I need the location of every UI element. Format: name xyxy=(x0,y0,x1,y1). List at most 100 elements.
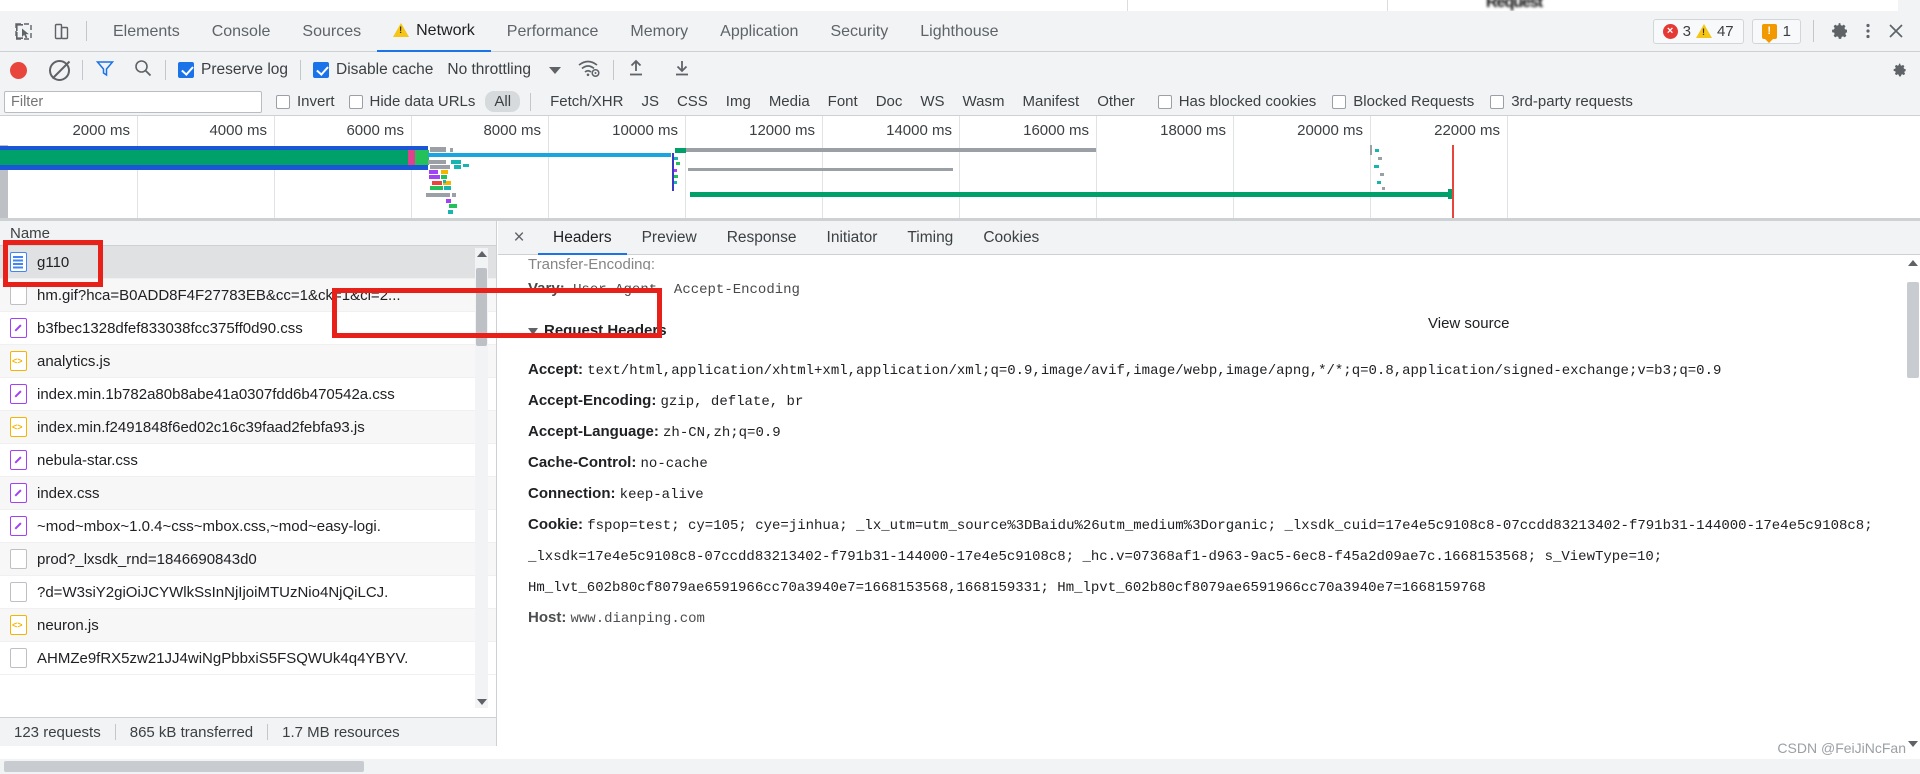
filter-type-other[interactable]: Other xyxy=(1088,91,1144,112)
filter-type-css[interactable]: CSS xyxy=(668,91,717,112)
request-row-index-min-js[interactable]: index.min.f2491848f6ed02c16c39faad2febfa… xyxy=(0,411,496,444)
filter-input[interactable] xyxy=(4,90,262,113)
download-har-icon[interactable] xyxy=(672,58,692,82)
filter-type-font[interactable]: Font xyxy=(819,91,867,112)
error-warning-counter[interactable]: × 3 47 xyxy=(1652,18,1744,44)
view-source-link[interactable]: View source xyxy=(1428,315,1509,332)
headers-content[interactable]: Transfer-Encoding: Vary: User-Agent, Acc… xyxy=(498,256,1920,751)
tab-label: Lighthouse xyxy=(920,22,999,40)
tab-lighthouse[interactable]: Lighthouse xyxy=(904,11,1014,52)
details-tab-timing[interactable]: Timing xyxy=(892,221,968,255)
search-icon[interactable] xyxy=(133,58,153,82)
header-key: Accept-Language: xyxy=(528,423,659,440)
disable-cache-toggle[interactable]: Disable cache xyxy=(313,61,433,79)
third-party-requests-checkbox[interactable] xyxy=(1490,94,1505,109)
filter-type-media[interactable]: Media xyxy=(760,91,819,112)
hide-data-urls-toggle[interactable]: Hide data URLs xyxy=(348,93,475,110)
tick-label: 8000 ms xyxy=(483,122,541,139)
scrollbar-thumb[interactable] xyxy=(1907,282,1919,378)
request-row-mod-mbox-css[interactable]: ~mod~mbox~1.0.4~css~mbox.css,~mod~easy-l… xyxy=(0,510,496,543)
filter-type-wasm[interactable]: Wasm xyxy=(954,91,1014,112)
request-name: index.min.1b782a80b8abe41a0307fdd6b47054… xyxy=(37,385,395,403)
request-row-neuron-js[interactable]: neuron.js xyxy=(0,609,496,642)
issues-counter[interactable]: ! 1 xyxy=(1751,18,1801,44)
request-name: prod?_lxsdk_rnd=1846690843d0 xyxy=(37,550,257,568)
invert-checkbox[interactable] xyxy=(276,94,290,109)
generic-file-icon xyxy=(10,285,27,305)
disable-cache-checkbox[interactable] xyxy=(313,62,330,78)
filter-type-doc[interactable]: Doc xyxy=(867,91,912,112)
inspect-element-icon[interactable] xyxy=(8,18,38,44)
request-row-base64-query[interactable]: ?d=W3siY2giOiJCYWlkSsInNjIjoiMTUzNio4NjQ… xyxy=(0,576,496,609)
details-tab-cookies[interactable]: Cookies xyxy=(968,221,1054,255)
horizontal-scrollbar[interactable] xyxy=(0,759,1920,774)
clear-button[interactable] xyxy=(49,59,70,81)
request-row-g110[interactable]: g110 xyxy=(0,246,496,279)
scrollbar-thumb[interactable] xyxy=(4,761,364,772)
hide-data-urls-checkbox[interactable] xyxy=(348,94,363,109)
close-icon[interactable]: × xyxy=(506,225,532,251)
filter-type-ws[interactable]: WS xyxy=(911,91,953,112)
tab-security[interactable]: Security xyxy=(814,11,904,52)
details-tab-preview[interactable]: Preview xyxy=(627,221,712,255)
preserve-log-checkbox[interactable] xyxy=(178,62,194,78)
kebab-menu-icon[interactable] xyxy=(1854,17,1882,45)
request-row-prod-lxsdk[interactable]: prod?_lxsdk_rnd=1846690843d0 xyxy=(0,543,496,576)
tab-memory[interactable]: Memory xyxy=(614,11,704,52)
filter-type-all[interactable]: All xyxy=(485,91,521,112)
scroll-down-icon[interactable] xyxy=(1908,741,1918,747)
invert-toggle[interactable]: Invert xyxy=(276,93,335,110)
request-row-nebula-star-css[interactable]: nebula-star.css xyxy=(0,444,496,477)
request-row-index-min-css[interactable]: index.min.1b782a80b8abe41a0307fdd6b47054… xyxy=(0,378,496,411)
requests-list[interactable]: g110 hm.gif?hca=B0ADD8F4F27783EB&cc=1&ck… xyxy=(0,246,496,708)
throttling-select[interactable]: No throttling xyxy=(447,61,531,79)
chevron-down-icon[interactable] xyxy=(548,66,561,74)
requests-column-header[interactable]: Name xyxy=(0,221,496,246)
filter-type-js[interactable]: JS xyxy=(632,91,668,112)
tab-performance[interactable]: Performance xyxy=(491,11,615,52)
settings-gear-icon[interactable] xyxy=(1892,56,1920,84)
header-cookie: Cookie: fspop=test; cy=105; cye=jinhua; … xyxy=(528,510,1920,603)
tab-sources[interactable]: Sources xyxy=(286,11,377,52)
scroll-down-icon[interactable] xyxy=(477,699,487,705)
close-icon[interactable] xyxy=(1882,17,1910,45)
blocked-requests-toggle[interactable]: Blocked Requests xyxy=(1332,93,1474,110)
funnel-icon[interactable] xyxy=(95,58,115,82)
tab-console[interactable]: Console xyxy=(196,11,287,52)
request-name: hm.gif?hca=B0ADD8F4F27783EB&cc=1&ck=1&cl… xyxy=(37,286,401,304)
requests-scrollbar[interactable] xyxy=(475,248,488,708)
filter-type-img[interactable]: Img xyxy=(717,91,760,112)
third-party-requests-toggle[interactable]: 3rd-party requests xyxy=(1490,93,1633,110)
details-tab-response[interactable]: Response xyxy=(712,221,812,255)
details-tab-headers[interactable]: Headers xyxy=(538,221,627,255)
network-conditions-icon[interactable] xyxy=(577,58,601,82)
tab-network[interactable]: Network xyxy=(377,11,491,52)
preserve-log-toggle[interactable]: Preserve log xyxy=(178,61,288,79)
blocked-requests-checkbox[interactable] xyxy=(1332,94,1347,109)
upload-har-icon[interactable] xyxy=(626,58,646,82)
device-toolbar-icon[interactable] xyxy=(46,18,76,44)
script-file-icon xyxy=(10,615,27,635)
network-overview[interactable]: 2000 ms 4000 ms 6000 ms 8000 ms 10000 ms… xyxy=(0,116,1920,219)
chevron-down-icon[interactable] xyxy=(528,327,538,335)
tab-elements[interactable]: Elements xyxy=(97,11,196,52)
request-row-hm-gif[interactable]: hm.gif?hca=B0ADD8F4F27783EB&cc=1&ck=1&cl… xyxy=(0,279,496,312)
has-blocked-cookies-toggle[interactable]: Has blocked cookies xyxy=(1157,93,1316,110)
has-blocked-cookies-checkbox[interactable] xyxy=(1157,94,1172,109)
scroll-up-icon[interactable] xyxy=(1908,260,1918,266)
filter-type-manifest[interactable]: Manifest xyxy=(1014,91,1089,112)
details-scrollbar[interactable] xyxy=(1906,256,1920,751)
scroll-up-icon[interactable] xyxy=(477,251,487,257)
record-button[interactable] xyxy=(10,61,27,79)
request-row-analytics-js[interactable]: analytics.js xyxy=(0,345,496,378)
filter-type-fetch-xhr[interactable]: Fetch/XHR xyxy=(541,91,632,112)
request-row-b3fbec-css[interactable]: b3fbec1328dfef833038fcc375ff0d90.css xyxy=(0,312,496,345)
request-row-ahmze[interactable]: AHMZe9fRX5zw21JJ4wiNgPbbxiS5FSQWUk4q4YBY… xyxy=(0,642,496,675)
scrollbar-thumb[interactable] xyxy=(476,268,487,346)
details-tab-initiator[interactable]: Initiator xyxy=(812,221,893,255)
request-row-index-css[interactable]: index.css xyxy=(0,477,496,510)
tab-application[interactable]: Application xyxy=(704,11,814,52)
request-headers-section[interactable]: Request Headers xyxy=(528,315,1920,347)
gear-icon[interactable] xyxy=(1826,17,1854,45)
tab-label: Memory xyxy=(630,22,689,40)
